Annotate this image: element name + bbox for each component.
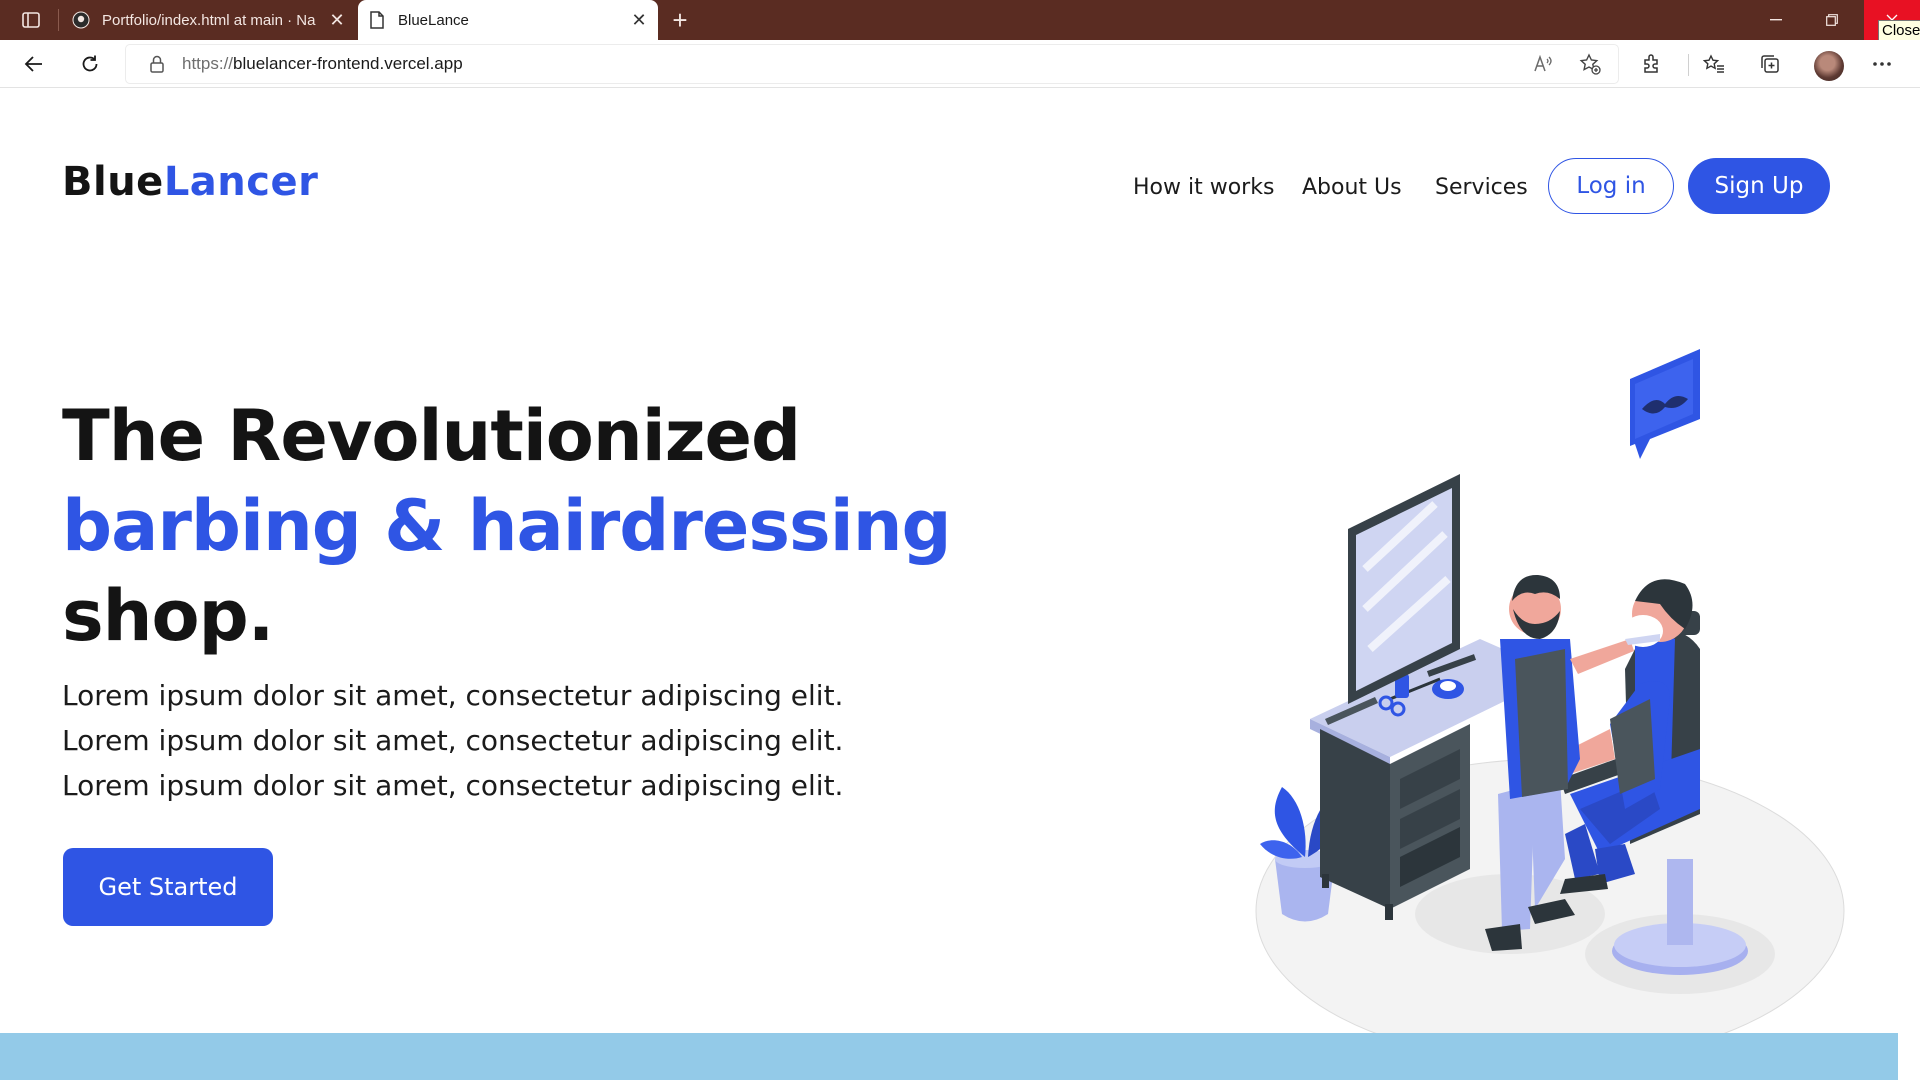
url-scheme: https://: [182, 54, 234, 73]
hero-title-line-3: shop.: [62, 575, 274, 657]
lock-icon[interactable]: [148, 54, 166, 74]
more-options-icon[interactable]: [1866, 48, 1898, 80]
nav-about-us[interactable]: About Us: [1302, 159, 1402, 215]
tab-title: BlueLance: [398, 11, 469, 29]
tab-portfolio[interactable]: Portfolio/index.html at main · Na ✕: [62, 0, 356, 40]
hero-description-line: Lorem ipsum dolor sit amet, consectetur …: [62, 724, 844, 757]
toolbar-divider: [1688, 54, 1689, 76]
profile-avatar[interactable]: [1814, 51, 1844, 81]
browser-toolbar: https://bluelancer-frontend.vercel.app: [0, 40, 1920, 88]
get-started-button[interactable]: Get Started: [63, 848, 273, 926]
address-bar[interactable]: https://bluelancer-frontend.vercel.app: [126, 45, 1618, 83]
tab-actions-icon[interactable]: [14, 8, 48, 32]
hero-title: The Revolutionized barbing & hairdressin…: [62, 391, 952, 661]
close-tab-icon[interactable]: ✕: [322, 5, 352, 35]
close-tooltip: Close: [1878, 20, 1920, 41]
collections-icon[interactable]: [1754, 48, 1786, 80]
nav-how-it-works[interactable]: How it works: [1133, 159, 1274, 215]
browser-tab-bar: Portfolio/index.html at main · Na ✕ Blue…: [0, 0, 1920, 40]
url-host: bluelancer-frontend.vercel.app: [233, 54, 463, 73]
hero-description-line: Lorem ipsum dolor sit amet, consectetur …: [62, 769, 844, 802]
webpage: BlueLancer How it works About Us Service…: [0, 89, 1920, 1080]
hero-title-line-1: The Revolutionized: [62, 395, 801, 477]
minimize-icon[interactable]: [1748, 0, 1804, 40]
new-tab-icon[interactable]: +: [664, 4, 696, 36]
next-section-band: [0, 1033, 1898, 1080]
favorites-icon[interactable]: [1698, 48, 1730, 80]
restore-icon[interactable]: [1804, 0, 1860, 40]
favorite-add-icon[interactable]: [1574, 48, 1606, 80]
nav-services[interactable]: Services: [1435, 159, 1528, 215]
tab-bluelance[interactable]: BlueLance ✕: [358, 0, 658, 40]
logo-part-blue: Blue: [62, 159, 164, 205]
barber-illustration: [1255, 349, 1845, 1064]
tab-separator: [58, 9, 59, 31]
extensions-icon[interactable]: [1636, 48, 1668, 80]
back-icon[interactable]: [18, 48, 50, 80]
mustache-speech-bubble: [1630, 349, 1700, 459]
page-icon: [368, 11, 386, 29]
tab-title: Portfolio/index.html at main · Na: [102, 11, 316, 29]
hero-description: Lorem ipsum dolor sit amet, consectetur …: [62, 673, 843, 808]
hero-title-line-2: barbing & hairdressing: [62, 485, 952, 567]
site-logo[interactable]: BlueLancer: [62, 159, 318, 205]
read-aloud-icon[interactable]: [1528, 48, 1560, 80]
refresh-icon[interactable]: [74, 48, 106, 80]
hero-description-line: Lorem ipsum dolor sit amet, consectetur …: [62, 679, 844, 712]
close-tab-icon[interactable]: ✕: [624, 5, 654, 35]
login-button[interactable]: Log in: [1548, 158, 1674, 214]
github-icon: [72, 11, 90, 29]
signup-button[interactable]: Sign Up: [1688, 158, 1830, 214]
logo-part-lancer: Lancer: [163, 159, 319, 205]
